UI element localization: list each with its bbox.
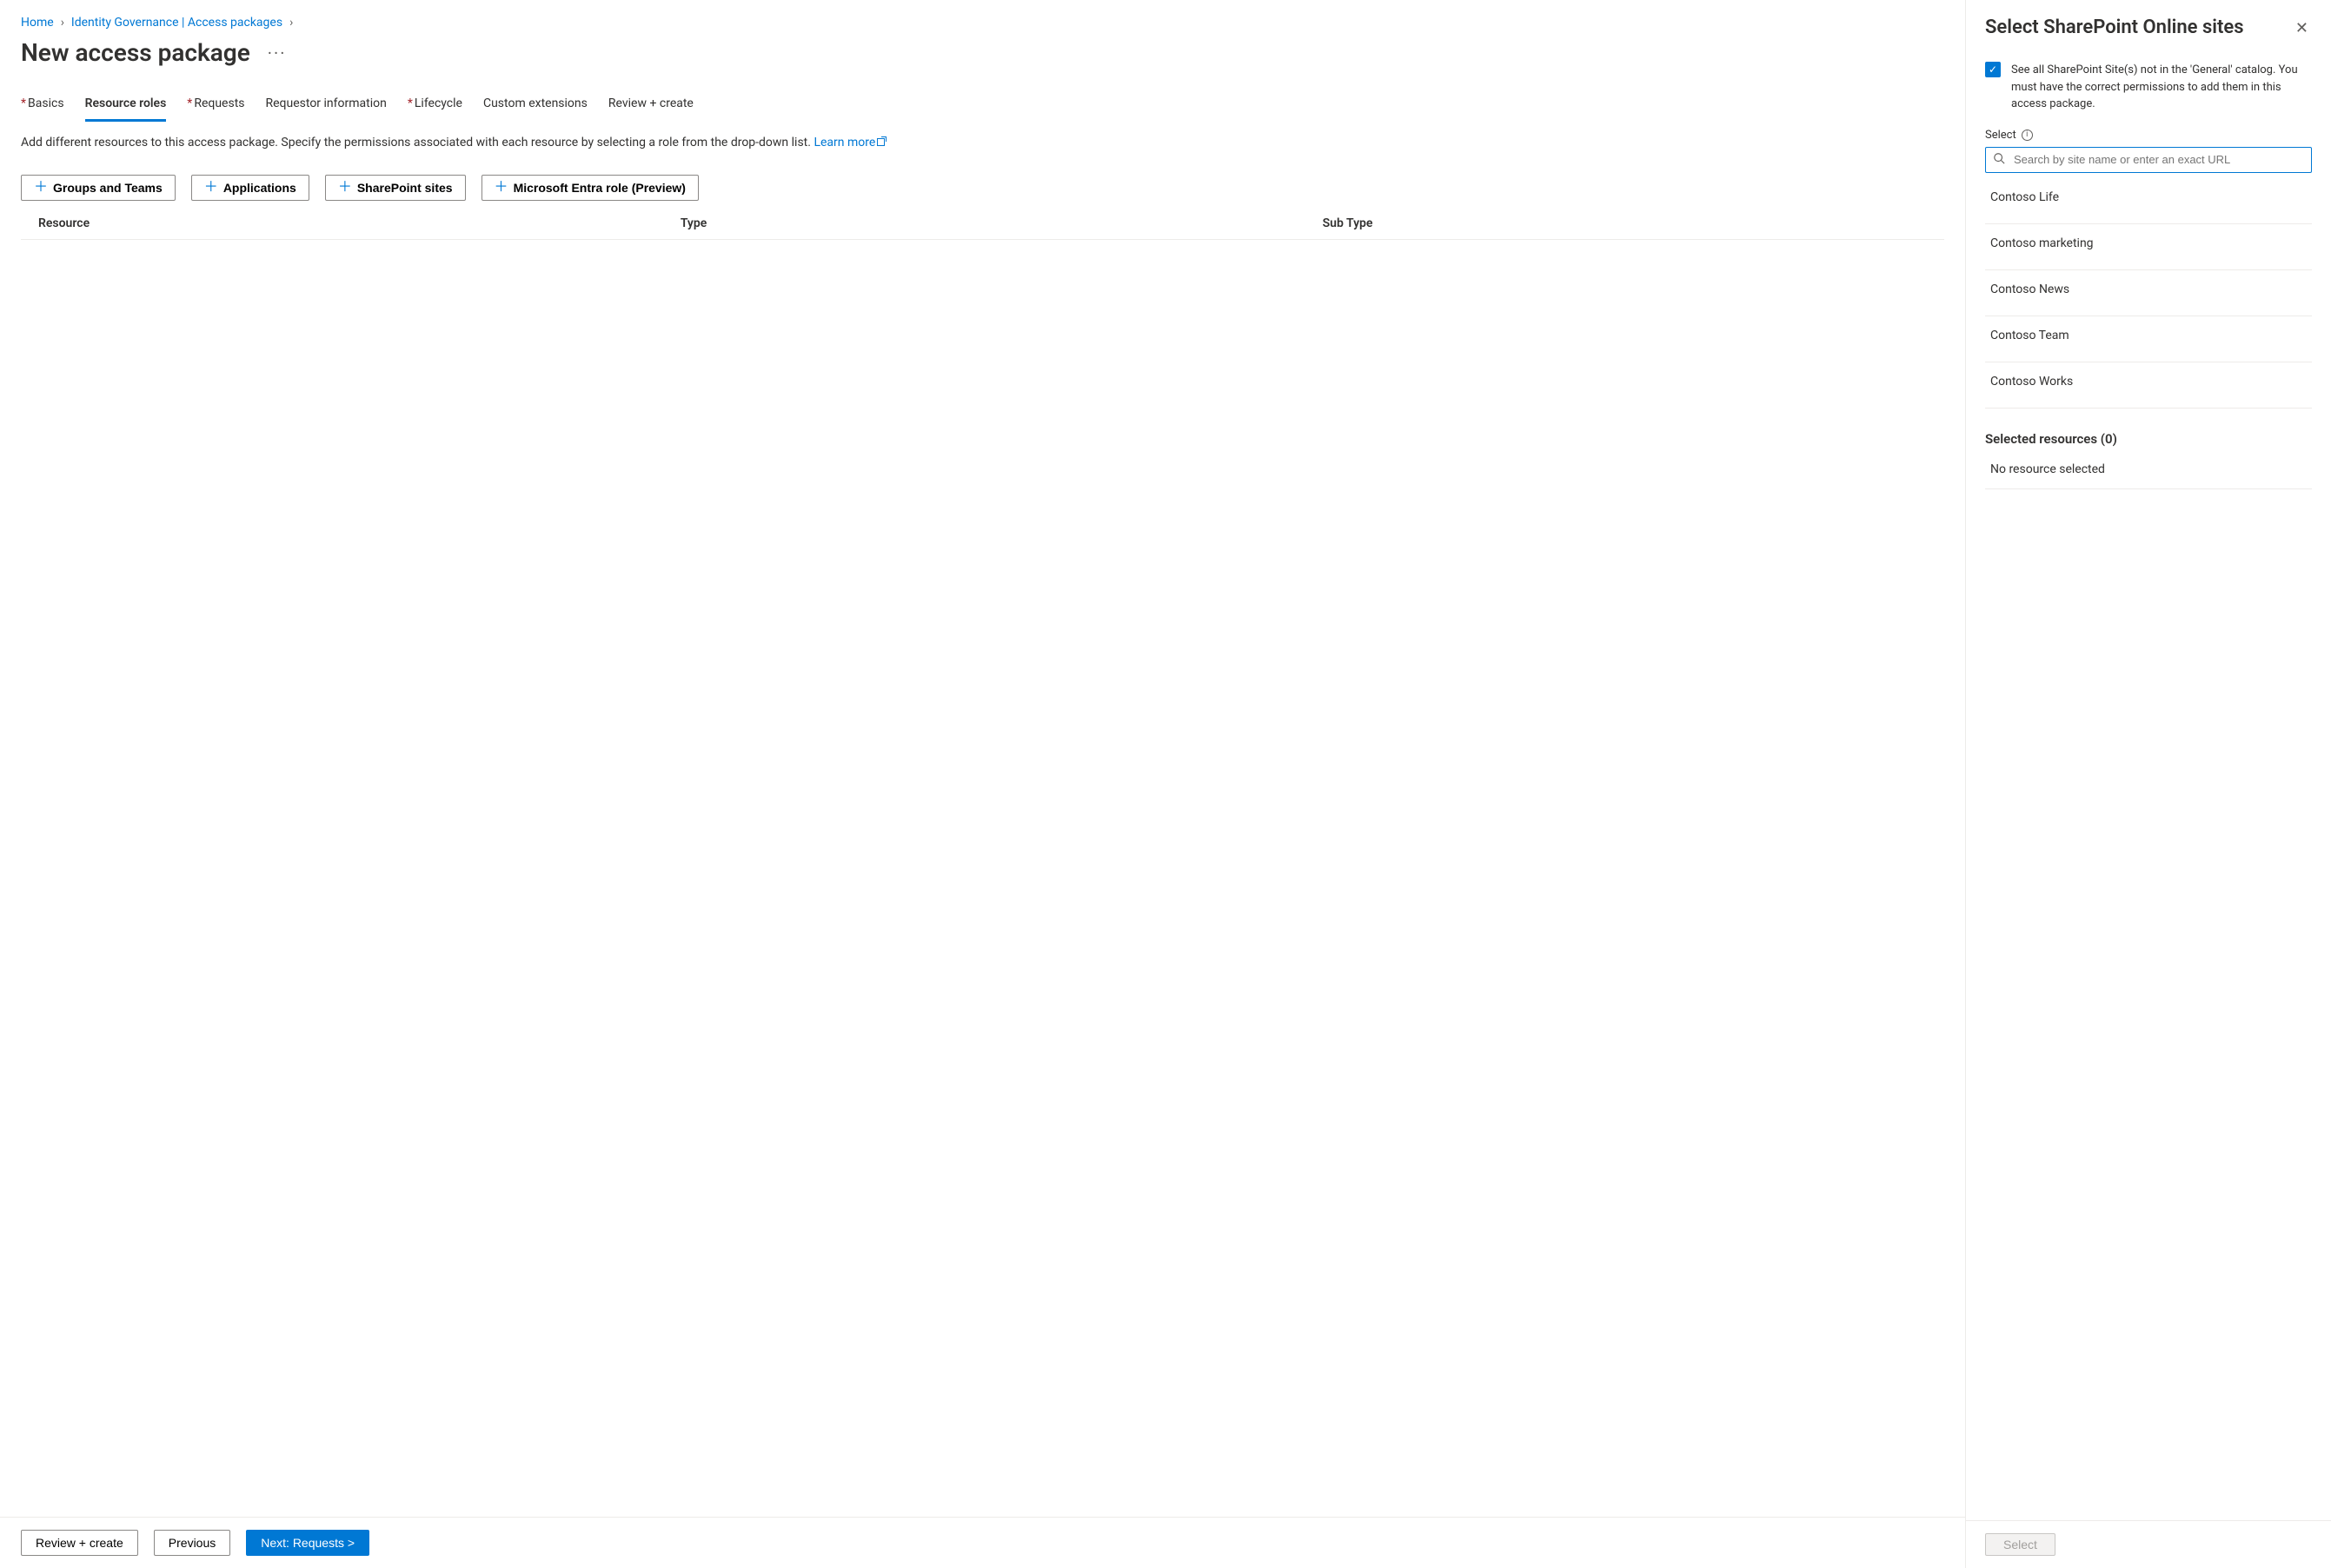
no-resource-text: No resource selected <box>1985 459 2312 489</box>
select-sharepoint-panel: Select SharePoint Online sites ✕ ✓ See a… <box>1966 0 2331 1568</box>
breadcrumb-governance[interactable]: Identity Governance | Access packages <box>71 16 282 30</box>
panel-title: Select SharePoint Online sites <box>1985 16 2244 41</box>
info-icon[interactable]: i <box>2022 130 2033 141</box>
tab-label: Basics <box>28 96 64 110</box>
checkbox-label: See all SharePoint Site(s) not in the 'G… <box>2011 62 2312 113</box>
tab-label: Resource roles <box>85 96 167 110</box>
button-label: Groups and Teams <box>53 181 163 195</box>
select-label: Select <box>1985 129 2016 142</box>
site-item[interactable]: Contoso Team <box>1985 316 2312 362</box>
site-list: Contoso LifeContoso marketingContoso New… <box>1985 178 2312 409</box>
chevron-right-icon: › <box>61 16 64 30</box>
chevron-right-icon: › <box>289 16 293 30</box>
plus-icon: ＋ <box>338 181 352 195</box>
tab-custom-extensions[interactable]: Custom extensions <box>483 91 588 121</box>
next-button[interactable]: Next: Requests > <box>246 1530 369 1556</box>
tab-label: Custom extensions <box>483 96 588 110</box>
resources-table-header: Resource Type Sub Type <box>21 208 1944 240</box>
tab-lifecycle[interactable]: *Lifecycle <box>408 91 462 121</box>
search-input[interactable] <box>2012 152 2304 167</box>
column-resource: Resource <box>38 216 681 230</box>
description-text: Add different resources to this access p… <box>21 136 811 149</box>
plus-icon: ＋ <box>204 181 218 195</box>
plus-icon: ＋ <box>34 181 48 195</box>
breadcrumb-home[interactable]: Home <box>21 16 54 30</box>
site-item[interactable]: Contoso marketing <box>1985 224 2312 270</box>
button-label: SharePoint sites <box>357 181 453 195</box>
tab-basics[interactable]: *Basics <box>21 91 64 121</box>
tab-label: Review + create <box>608 96 694 110</box>
learn-more-link[interactable]: Learn more <box>814 136 887 149</box>
tab-description: Add different resources to this access p… <box>21 134 1944 152</box>
page-title: New access package <box>21 38 250 67</box>
breadcrumb: Home › Identity Governance | Access pack… <box>21 16 1944 30</box>
site-search-box[interactable] <box>1985 147 2312 173</box>
site-item[interactable]: Contoso Works <box>1985 362 2312 409</box>
required-icon: * <box>21 96 26 110</box>
add-groups-teams-button[interactable]: ＋ Groups and Teams <box>21 175 176 201</box>
column-subtype: Sub Type <box>1323 216 1927 230</box>
tabs: *BasicsResource roles*RequestsRequestor … <box>21 91 1944 122</box>
tab-requests[interactable]: *Requests <box>187 91 244 121</box>
previous-button[interactable]: Previous <box>154 1530 230 1556</box>
selected-resources-header: Selected resources (0) <box>1985 431 2312 447</box>
tab-label: Requestor information <box>266 96 387 110</box>
external-link-icon <box>877 136 887 146</box>
add-sharepoint-sites-button[interactable]: ＋ SharePoint sites <box>325 175 466 201</box>
required-icon: * <box>408 96 413 110</box>
site-item[interactable]: Contoso Life <box>1985 178 2312 224</box>
tab-label: Requests <box>194 96 244 110</box>
review-create-button[interactable]: Review + create <box>21 1530 138 1556</box>
button-label: Microsoft Entra role (Preview) <box>514 181 686 195</box>
select-button: Select <box>1985 1533 2055 1556</box>
search-icon <box>1993 152 2005 168</box>
wizard-footer: Review + create Previous Next: Requests … <box>0 1517 1965 1568</box>
tab-resource-roles[interactable]: Resource roles <box>85 91 167 122</box>
tab-label: Lifecycle <box>415 96 462 110</box>
tab-requestor-information[interactable]: Requestor information <box>266 91 387 121</box>
see-all-sites-checkbox[interactable]: ✓ <box>1985 62 2001 77</box>
close-icon[interactable]: ✕ <box>2292 16 2312 41</box>
add-applications-button[interactable]: ＋ Applications <box>191 175 309 201</box>
plus-icon: ＋ <box>495 181 508 195</box>
more-actions-button[interactable]: ··· <box>264 39 290 67</box>
add-entra-role-button[interactable]: ＋ Microsoft Entra role (Preview) <box>481 175 699 201</box>
column-type: Type <box>681 216 1323 230</box>
button-label: Applications <box>223 181 296 195</box>
tab-review-create[interactable]: Review + create <box>608 91 694 121</box>
site-item[interactable]: Contoso News <box>1985 270 2312 316</box>
required-icon: * <box>187 96 192 110</box>
